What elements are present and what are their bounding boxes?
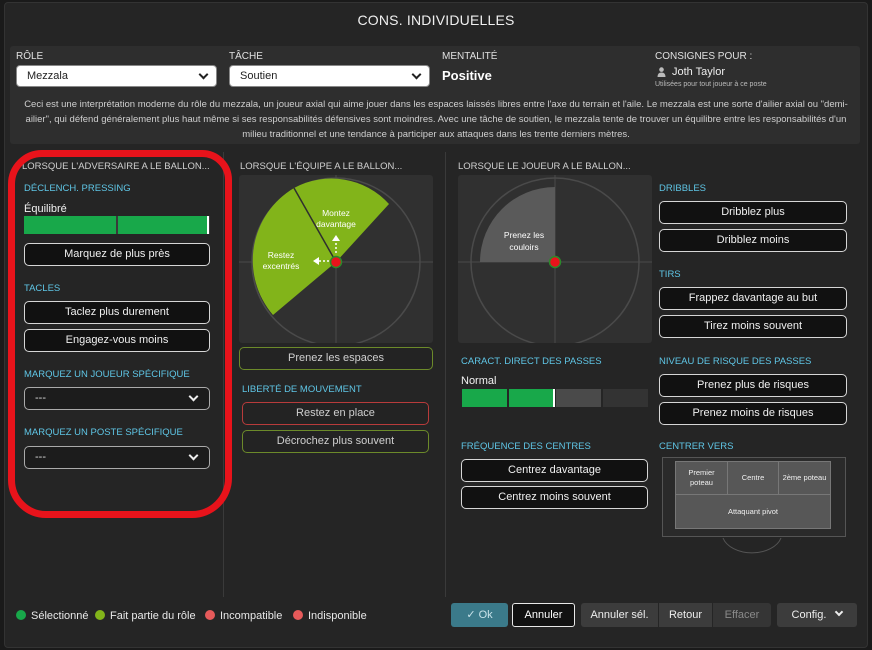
chevron-down-icon [411, 69, 422, 80]
ok-button[interactable]: ✓ Ok [451, 603, 508, 627]
config-button[interactable]: Config. [777, 603, 857, 627]
red-dot-icon [205, 610, 215, 620]
player-ball-heading: LORSQUE LE JOUEUR A LE BALLON... [458, 161, 631, 172]
task-dropdown[interactable]: Soutien [229, 65, 430, 87]
passing-directness-bar[interactable] [462, 389, 648, 407]
cancel-selection-button[interactable]: Annuler sél. [581, 603, 658, 627]
pressing-bar-segment [24, 216, 116, 234]
shooting-label: TIRS [659, 269, 681, 280]
legend-incompatible: Incompatible [205, 610, 282, 622]
far-post-cell[interactable]: 2ème poteau [778, 461, 831, 495]
mark-player-label: MARQUEZ UN JOUEUR SPÉCIFIQUE [24, 369, 190, 380]
risk-more-button[interactable]: Prenez plus de risques [659, 374, 847, 397]
tackle-harder-button[interactable]: Taclez plus durement [24, 301, 210, 324]
player-note: Utilisées pour tout joueur à ce poste [655, 81, 767, 88]
legend-unavailable: Indisponible [293, 610, 367, 622]
lime-dot-icon [95, 610, 105, 620]
legend-incompatible-label: Incompatible [220, 610, 283, 622]
dribble-circle-panel[interactable]: Prenez les couloirs [458, 175, 652, 343]
near-post-cell[interactable]: Premier poteau [675, 461, 728, 495]
task-value: Soutien [240, 70, 278, 82]
get-forward-label: Montez davantage [316, 208, 356, 229]
corridors-label: Prenez les couloirs [503, 230, 545, 252]
passing-bar-marker [553, 389, 555, 407]
pressing-label: DÉCLENCH. PRESSING [24, 183, 131, 194]
person-icon [657, 67, 666, 77]
mark-position-label: MARQUEZ UN POSTE SPÉCIFIQUE [24, 427, 183, 438]
centre-cell[interactable]: Centre [727, 461, 779, 495]
chevron-down-icon [198, 69, 209, 80]
tackles-label: TACLES [24, 283, 61, 294]
corridor-diagram [458, 175, 652, 343]
mark-position-dropdown[interactable]: --- [24, 446, 210, 469]
legend-selected-label: Sélectionné [31, 610, 89, 622]
roam-space-button[interactable]: Prenez les espaces [239, 347, 433, 370]
shoot-more-button[interactable]: Frappez davantage au but [659, 287, 847, 310]
mark-player-dropdown[interactable]: --- [24, 387, 210, 410]
red-dot-icon [293, 610, 303, 620]
team-ball-heading: LORSQUE L'ÉQUIPE A LE BALLON... [240, 161, 403, 172]
window-title: CONS. INDIVIDUELLES [357, 12, 515, 28]
chevron-down-icon [188, 450, 199, 461]
dribble-less-button[interactable]: Dribblez moins [659, 229, 847, 252]
pressing-value: Équilibré [24, 203, 67, 215]
mentality-label: MENTALITÉ [442, 51, 498, 62]
dribble-more-button[interactable]: Dribblez plus [659, 201, 847, 224]
cross-less-button[interactable]: Centrez moins souvent [461, 486, 648, 509]
opponent-ball-heading: LORSQUE L'ADVERSAIRE A LE BALLON... [22, 161, 210, 172]
pressing-bar[interactable] [24, 216, 210, 234]
mark-closer-button[interactable]: Marquez de plus près [24, 243, 210, 266]
green-dot-icon [16, 610, 26, 620]
target-forward-cell[interactable]: Attaquant pivot [675, 494, 831, 529]
passing-bar-segment [556, 389, 601, 407]
role-description: Ceci est une interprétation moderne du r… [24, 99, 848, 140]
passing-bar-segment [603, 389, 648, 407]
passing-directness-value: Normal [461, 375, 497, 387]
legend-part-of-role-label: Fait partie du rôle [110, 610, 196, 622]
check-icon: ✓ [466, 609, 479, 621]
player-name[interactable]: Joth Taylor [672, 66, 725, 78]
config-label: Config. [791, 609, 827, 621]
shoot-less-button[interactable]: Tirez moins souvent [659, 315, 847, 338]
pressing-bar-marker [207, 216, 209, 234]
passing-bar-segment [509, 389, 554, 407]
stay-wide-label: Restez excentrés [262, 250, 300, 271]
pressing-bar-segment [118, 216, 208, 234]
role-dropdown[interactable]: Mezzala [16, 65, 217, 87]
chevron-down-icon [835, 607, 844, 617]
passing-bar-segment [462, 389, 507, 407]
passing-directness-label: CARACT. DIRECT DES PASSES [461, 356, 602, 367]
mark-position-value: --- [35, 451, 46, 463]
chevron-down-icon [188, 391, 199, 402]
mentality-value: Positive [442, 68, 492, 83]
ok-label: Ok [478, 609, 493, 621]
stay-on-feet-button[interactable]: Engagez-vous moins [24, 329, 210, 352]
column-divider [223, 152, 224, 597]
hold-position-button[interactable]: Restez en place [242, 402, 429, 425]
legend-part-of-role: Fait partie du rôle [95, 610, 196, 622]
clear-button[interactable]: Effacer [713, 603, 771, 627]
cross-to-label: CENTRER VERS [659, 441, 734, 452]
task-label: TÂCHE [229, 51, 263, 62]
passing-risk-label: NIVEAU DE RISQUE DES PASSES [659, 356, 812, 367]
movement-circle-panel[interactable]: Montez davantage Restez excentrés [239, 175, 433, 343]
cross-more-button[interactable]: Centrez davantage [461, 459, 648, 482]
column-divider [445, 152, 446, 597]
risk-less-button[interactable]: Prenez moins de risques [659, 402, 847, 425]
crossing-frequency-label: FRÉQUENCE DES CENTRES [461, 441, 591, 452]
dribbling-label: DRIBBLES [659, 183, 706, 194]
mark-player-value: --- [35, 392, 46, 404]
cancel-button[interactable]: Annuler [512, 603, 575, 627]
legend-selected: Sélectionné [16, 610, 89, 622]
back-button[interactable]: Retour [659, 603, 712, 627]
roam-more-button[interactable]: Décrochez plus souvent [242, 430, 429, 453]
freedom-label: LIBERTÉ DE MOUVEMENT [242, 384, 362, 395]
instructions-for-label: CONSIGNES POUR : [655, 51, 753, 62]
legend-unavailable-label: Indisponible [308, 610, 367, 622]
role-value: Mezzala [27, 70, 68, 82]
role-label: RÔLE [16, 51, 44, 62]
